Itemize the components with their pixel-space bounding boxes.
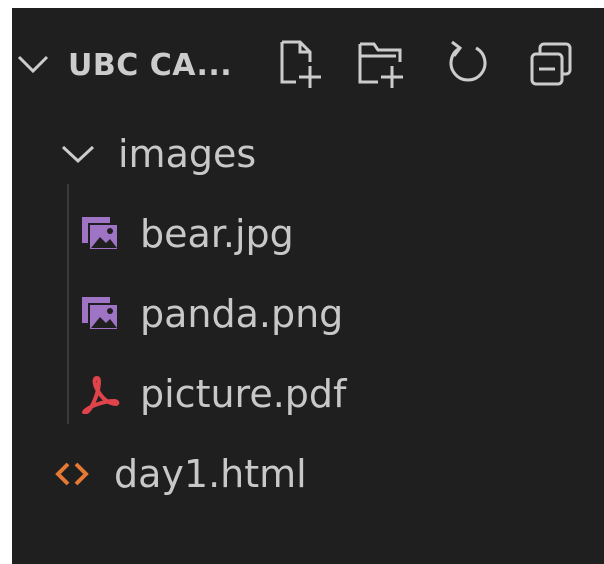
- file-label: day1.html: [114, 452, 307, 496]
- image-file-icon: [82, 217, 119, 251]
- workspace-title[interactable]: UBC CA...: [68, 48, 232, 83]
- collapse-all-button[interactable]: [526, 38, 578, 90]
- folder-label: images: [118, 132, 257, 176]
- file-picture-pdf[interactable]: picture.pdf: [80, 364, 346, 424]
- folder-images[interactable]: images: [60, 124, 256, 184]
- file-label: panda.png: [140, 292, 344, 336]
- file-label: picture.pdf: [140, 372, 347, 416]
- new-folder-button[interactable]: [356, 38, 408, 90]
- file-day1-html[interactable]: day1.html: [52, 444, 307, 504]
- file-label: bear.jpg: [140, 212, 294, 256]
- file-panda-png[interactable]: panda.png: [80, 284, 343, 344]
- new-file-icon: [280, 40, 321, 88]
- chevron-down-icon: [61, 145, 95, 164]
- new-file-button[interactable]: [274, 38, 326, 90]
- new-folder-icon: [358, 42, 403, 88]
- refresh-button[interactable]: [442, 38, 494, 90]
- image-file-icon: [82, 297, 119, 331]
- explorer-header[interactable]: UBC CA...: [12, 8, 604, 108]
- collapse-all-icon: [530, 42, 572, 86]
- refresh-icon: [449, 40, 487, 82]
- file-bear-jpg[interactable]: bear.jpg: [80, 204, 294, 264]
- pdf-file-icon: [82, 376, 120, 414]
- indent-guide: [67, 184, 69, 424]
- html-file-icon: [55, 462, 89, 486]
- chevron-down-icon[interactable]: [16, 52, 50, 76]
- explorer-panel: UBC CA... images bear.jpg panda.png pict…: [12, 8, 604, 564]
